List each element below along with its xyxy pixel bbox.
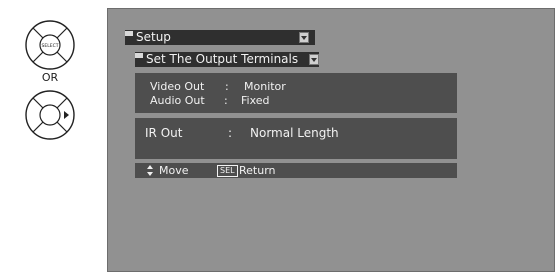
separator: :	[228, 126, 233, 140]
return-hint-label: Return	[239, 164, 276, 177]
sel-key-badge: SEL	[217, 165, 238, 177]
ir-out-panel: IR Out : Normal Length	[135, 118, 457, 159]
remote-arrow-pad	[24, 89, 76, 141]
output-settings-panel: Video Out : Monitor Audio Out : Fixed	[135, 73, 457, 113]
select-key-label: SELECT	[42, 43, 59, 49]
menu-tab-marker	[125, 31, 133, 36]
separator: :	[224, 94, 228, 107]
separator: :	[225, 80, 229, 93]
video-out-value: Monitor	[244, 80, 286, 93]
dpad-right-arrow-icon	[25, 90, 75, 140]
move-hint-label: Move	[159, 164, 189, 177]
tv-screen: Setup Set The Output Terminals Video Out…	[107, 8, 555, 272]
setup-menu-bar[interactable]: Setup	[125, 30, 315, 45]
remote-select-button: SELECT	[24, 19, 76, 71]
menu-tab-marker	[135, 53, 143, 58]
dropdown-arrow-icon[interactable]	[309, 54, 319, 65]
select-dpad-icon: SELECT	[25, 20, 75, 70]
ir-out-value: Normal Length	[250, 126, 339, 140]
audio-out-value: Fixed	[241, 94, 270, 107]
ir-out-label: IR Out	[145, 126, 183, 140]
setup-menu-label: Setup	[136, 30, 171, 44]
up-down-arrow-icon	[147, 165, 153, 176]
or-label: OR	[41, 71, 59, 84]
navigation-hint-bar: Move SEL Return	[135, 163, 457, 178]
dropdown-arrow-icon[interactable]	[299, 32, 309, 43]
submenu-title: Set The Output Terminals	[146, 52, 299, 66]
audio-out-label: Audio Out	[150, 94, 205, 107]
output-terminals-submenu[interactable]: Set The Output Terminals	[135, 52, 319, 67]
video-out-label: Video Out	[150, 80, 205, 93]
